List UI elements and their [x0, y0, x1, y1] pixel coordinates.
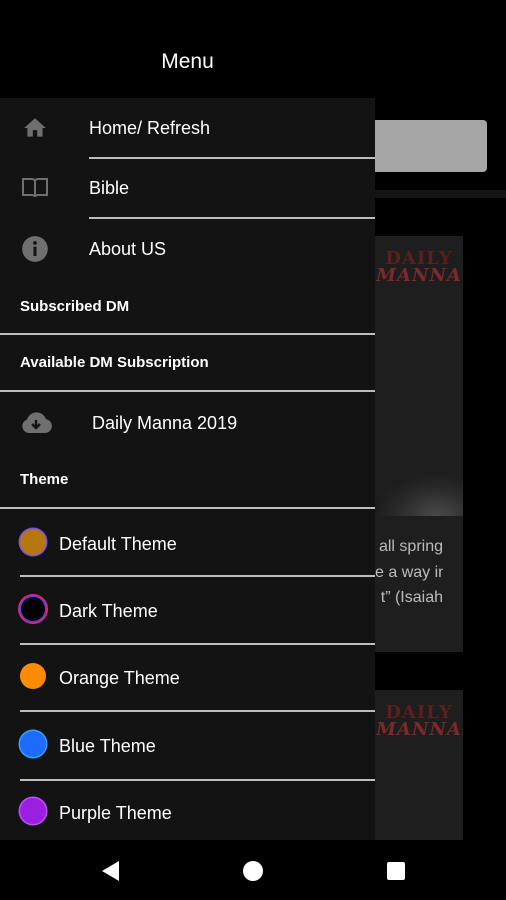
card-image-cloud [375, 474, 463, 516]
system-navigation-bar [0, 842, 506, 900]
theme-color-dot [20, 731, 46, 757]
divider [89, 217, 375, 219]
navigation-drawer: Home/ Refresh Bible About US Subscribed … [0, 98, 375, 840]
back-icon[interactable] [102, 861, 119, 881]
section-theme-heading: Theme [20, 471, 69, 488]
theme-label: Orange Theme [59, 668, 180, 688]
divider [20, 710, 375, 712]
theme-color-dot [20, 529, 46, 555]
daily-manna-logo: DAILY MANNA [376, 248, 462, 286]
nav-item-label: Home/ Refresh [89, 117, 211, 138]
theme-label: Default Theme [59, 534, 177, 554]
nav-item-label: Bible [89, 177, 130, 198]
divider [20, 575, 375, 577]
section-subscribed-heading: Subscribed DM [20, 298, 130, 315]
background-card: DAILY MANNA all spring e a way in t” (Is… [375, 236, 463, 652]
nav-item-about[interactable]: About US [0, 229, 375, 269]
theme-color-dot [20, 798, 46, 824]
section-available-heading: Available DM Subscription [20, 354, 209, 371]
background-search-box [370, 120, 487, 172]
theme-option-orange[interactable]: Orange Theme [0, 663, 375, 693]
recents-icon[interactable] [387, 862, 405, 880]
divider [89, 157, 375, 159]
theme-color-dot [20, 596, 46, 622]
book-icon [20, 173, 50, 203]
background-card: DAILY MANNA [375, 690, 463, 840]
theme-option-blue[interactable]: Blue Theme [0, 731, 375, 761]
info-icon [20, 234, 50, 264]
daily-manna-logo: DAILY MANNA [376, 702, 462, 740]
divider [20, 643, 375, 645]
theme-label: Dark Theme [59, 601, 158, 621]
nav-item-bible[interactable]: Bible [0, 168, 375, 208]
background-strip [375, 190, 506, 198]
card-verse-text: all spring e a way in t” (Isaiah [375, 538, 443, 606]
theme-option-dark[interactable]: Dark Theme [0, 596, 375, 626]
theme-color-dot [20, 663, 46, 689]
nav-item-home[interactable]: Home/ Refresh [0, 108, 375, 148]
divider [0, 333, 375, 335]
theme-label: Purple Theme [59, 803, 172, 823]
home-icon [20, 113, 50, 143]
menu-title: Menu [161, 50, 214, 73]
theme-option-default[interactable]: Default Theme [0, 529, 375, 559]
divider [0, 507, 375, 509]
divider [20, 779, 375, 781]
home-circle-icon[interactable] [243, 861, 263, 881]
cloud-download-icon [19, 408, 53, 438]
theme-option-purple[interactable]: Purple Theme [0, 798, 375, 828]
nav-item-label: About US [89, 238, 167, 259]
available-item-label: Daily Manna 2019 [92, 412, 238, 433]
divider [0, 390, 375, 392]
available-item-daily-manna-2019[interactable]: Daily Manna 2019 [0, 403, 375, 443]
theme-label: Blue Theme [59, 736, 156, 756]
